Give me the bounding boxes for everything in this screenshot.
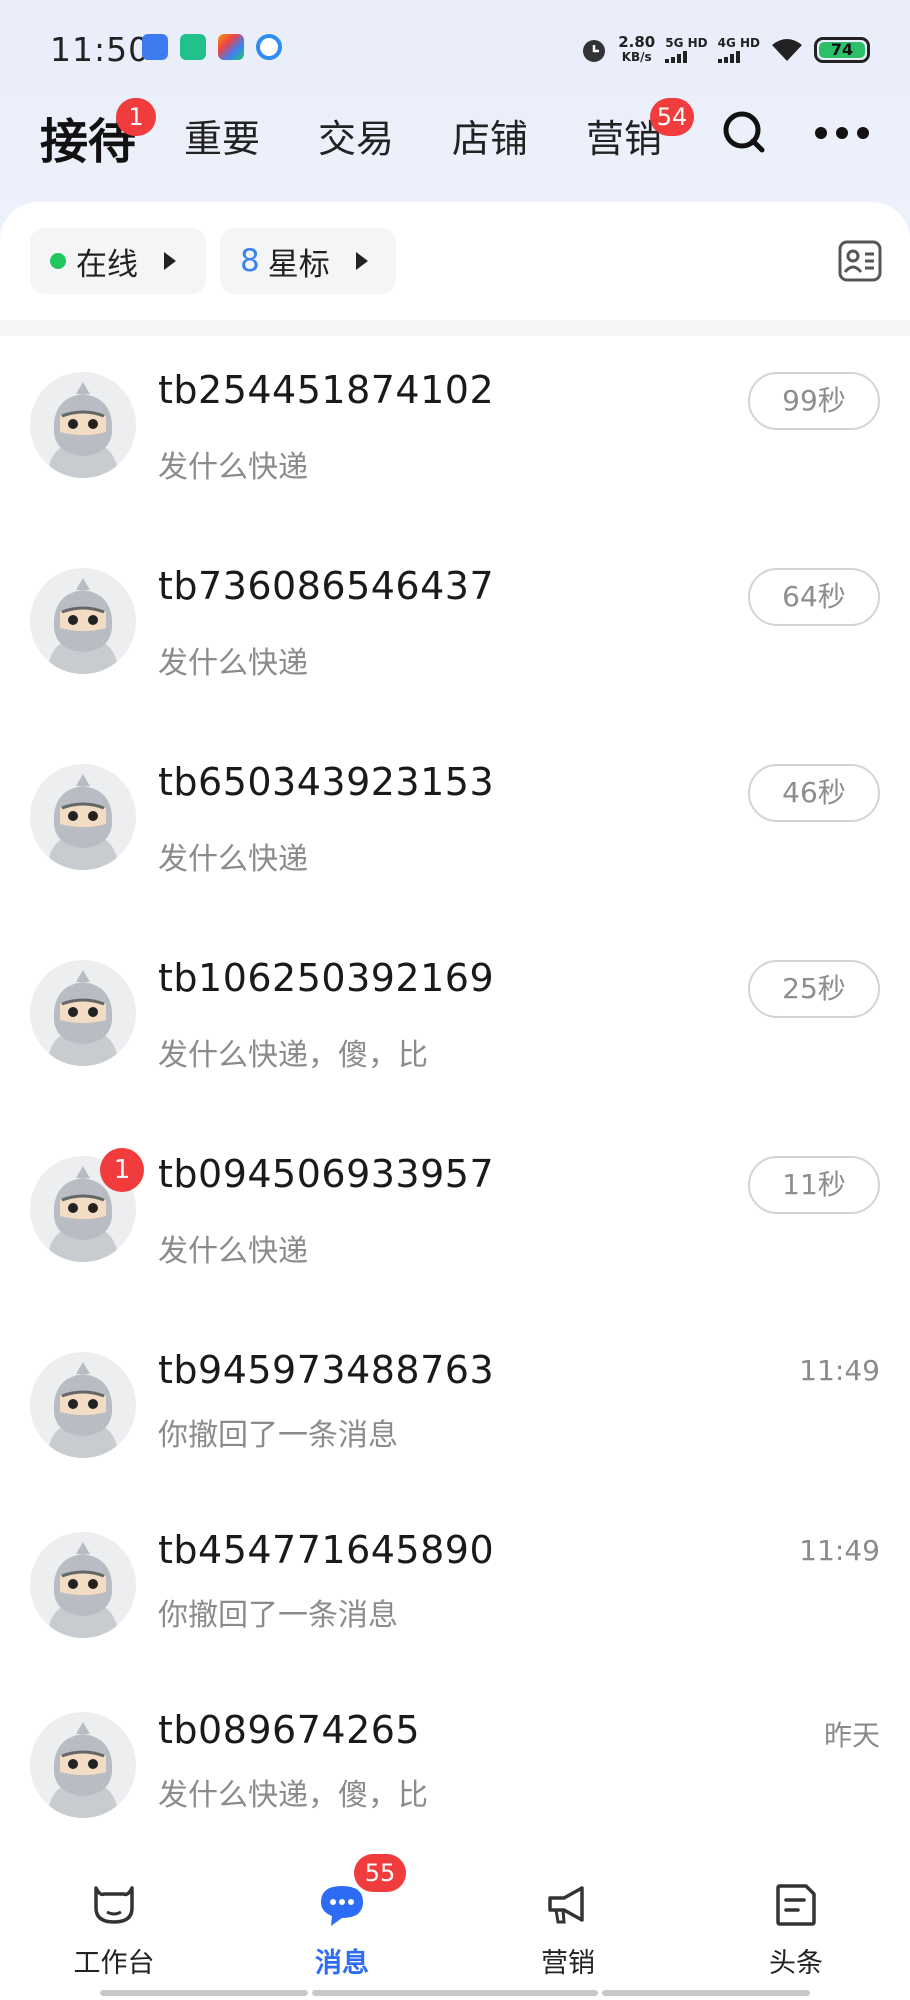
avatar-ninja-icon bbox=[48, 970, 118, 1066]
search-icon[interactable] bbox=[722, 110, 766, 156]
avatar-ninja-icon bbox=[48, 1362, 118, 1458]
conversation-time: 11:49 bbox=[799, 1354, 880, 1387]
status-bar: 11:50 2.80 KB/s 5G HD 4G HD 74 bbox=[0, 22, 910, 78]
conversation-time: 昨天 bbox=[823, 1719, 880, 1752]
nav-headlines-label: 头条 bbox=[769, 1948, 823, 1979]
signal-5g: 5G HD bbox=[665, 37, 708, 63]
contact-card-icon[interactable] bbox=[838, 240, 882, 282]
nav-messages[interactable]: 消息 bbox=[272, 1882, 412, 1980]
nav-workbench[interactable]: 工作台 bbox=[44, 1882, 184, 1980]
section-divider bbox=[0, 320, 910, 336]
nav-workbench-label: 工作台 bbox=[73, 1948, 155, 1979]
tab-reception-badge: 1 bbox=[116, 98, 156, 136]
avatar-ninja-icon bbox=[48, 382, 118, 478]
conversation-name: tb945973488763 bbox=[158, 1348, 495, 1392]
conversation-last-message: 发什么快递 bbox=[158, 1234, 308, 1269]
star-filter[interactable]: 8 星标 bbox=[220, 228, 396, 294]
conversation-row[interactable]: tb945973488763 你撤回了一条消息 11:49 bbox=[0, 1332, 910, 1462]
tab-important[interactable]: 重要 bbox=[184, 108, 260, 163]
chat-bubble-icon bbox=[321, 1886, 363, 1926]
megaphone-icon bbox=[548, 1886, 584, 1924]
signal-bars-icon bbox=[665, 51, 707, 63]
online-status-label: 在线 bbox=[76, 246, 138, 283]
nav-headlines[interactable]: 头条 bbox=[726, 1882, 866, 1980]
conversation-row[interactable]: tb736086546437 发什么快递 64秒 bbox=[0, 548, 910, 698]
app-icon-3 bbox=[218, 34, 244, 60]
wifi-icon bbox=[772, 39, 802, 61]
signal-4g: 4G HD bbox=[717, 37, 760, 63]
star-label: 星标 bbox=[267, 246, 330, 283]
triangle-right-icon bbox=[164, 252, 176, 270]
conversation-last-message: 发什么快递，傻，比 bbox=[158, 1038, 428, 1073]
app-icon-2 bbox=[180, 34, 206, 60]
conversation-row[interactable]: tb650343923153 发什么快递 46秒 bbox=[0, 744, 910, 894]
cow-icon bbox=[94, 1886, 134, 1924]
unread-badge: 1 bbox=[100, 1148, 144, 1192]
status-time: 11:50 bbox=[50, 30, 151, 69]
conversation-row[interactable]: tb454771645890 你撤回了一条消息 11:49 bbox=[0, 1512, 910, 1642]
nav-marketing[interactable]: 营销 bbox=[498, 1882, 638, 1980]
conversation-row[interactable]: tb094506933957 发什么快递 11秒 1 bbox=[0, 1136, 910, 1286]
top-tabs: 接待 1 重要 交易 店铺 营销 54 bbox=[0, 98, 910, 180]
bottom-nav: 工作台 消息 55 营销 头条 bbox=[0, 1854, 910, 2000]
conversation-name: tb254451874102 bbox=[158, 368, 495, 412]
conversation-row[interactable]: tb254451874102 发什么快递 99秒 bbox=[0, 352, 910, 502]
document-icon bbox=[776, 1884, 816, 1926]
avatar-ninja-icon bbox=[48, 774, 118, 870]
nav-marketing-label: 营销 bbox=[541, 1948, 595, 1979]
alarm-icon bbox=[583, 40, 606, 62]
battery-icon: 74 bbox=[814, 37, 870, 63]
conversation-row[interactable]: tb089674265 发什么快递，傻，比 昨天 bbox=[0, 1692, 910, 1822]
wait-time-pill: 64秒 bbox=[748, 568, 880, 626]
avatar-ninja-icon bbox=[48, 1542, 118, 1638]
wait-time-pill: 25秒 bbox=[748, 960, 880, 1018]
star-count: 8 bbox=[240, 243, 260, 279]
tab-shop[interactable]: 店铺 bbox=[452, 108, 528, 163]
nav-messages-label: 消息 bbox=[315, 1948, 369, 1979]
gesture-bar bbox=[602, 1990, 810, 1996]
conversation-row[interactable]: tb106250392169 发什么快递，傻，比 25秒 bbox=[0, 940, 910, 1090]
tab-marketing-badge: 54 bbox=[650, 98, 694, 136]
conversation-last-message: 发什么快递 bbox=[158, 842, 308, 877]
conversation-last-message: 发什么快递 bbox=[158, 646, 308, 681]
avatar-ninja-icon bbox=[48, 578, 118, 674]
avatar[interactable] bbox=[30, 568, 136, 674]
wait-time-pill: 11秒 bbox=[748, 1156, 880, 1214]
nav-messages-badge: 55 bbox=[354, 1854, 406, 1892]
wait-time-pill: 99秒 bbox=[748, 372, 880, 430]
conversation-name: tb454771645890 bbox=[158, 1528, 495, 1572]
gesture-bar bbox=[100, 1990, 308, 1996]
conversation-last-message: 你撤回了一条消息 bbox=[158, 1418, 398, 1453]
app-icon-4 bbox=[256, 34, 282, 60]
triangle-right-icon bbox=[355, 252, 368, 270]
conversation-name: tb089674265 bbox=[158, 1708, 421, 1752]
avatar-ninja-icon bbox=[48, 1722, 118, 1818]
avatar[interactable] bbox=[30, 764, 136, 870]
app-icon-1 bbox=[142, 34, 168, 60]
online-status-filter[interactable]: 在线 bbox=[30, 228, 206, 294]
signal-bars-icon bbox=[717, 51, 760, 63]
avatar[interactable] bbox=[30, 372, 136, 478]
avatar[interactable] bbox=[30, 1532, 136, 1638]
conversation-time: 11:49 bbox=[799, 1534, 880, 1567]
more-icon[interactable] bbox=[814, 126, 870, 140]
avatar[interactable] bbox=[30, 1712, 136, 1818]
conversation-name: tb736086546437 bbox=[158, 564, 495, 608]
conversation-name: tb650343923153 bbox=[158, 760, 495, 804]
online-dot-icon bbox=[50, 253, 66, 269]
conversation-name: tb106250392169 bbox=[158, 956, 495, 1000]
conversation-last-message: 发什么快递，傻，比 bbox=[158, 1778, 428, 1813]
wait-time-pill: 46秒 bbox=[748, 764, 880, 822]
avatar[interactable] bbox=[30, 960, 136, 1066]
tab-trade[interactable]: 交易 bbox=[318, 108, 394, 163]
conversation-name: tb094506933957 bbox=[158, 1152, 495, 1196]
conversation-last-message: 发什么快递 bbox=[158, 450, 308, 485]
conversation-last-message: 你撤回了一条消息 bbox=[158, 1598, 398, 1633]
network-speed: 2.80 KB/s bbox=[618, 33, 656, 65]
gesture-bar bbox=[312, 1990, 598, 1996]
avatar[interactable] bbox=[30, 1352, 136, 1458]
